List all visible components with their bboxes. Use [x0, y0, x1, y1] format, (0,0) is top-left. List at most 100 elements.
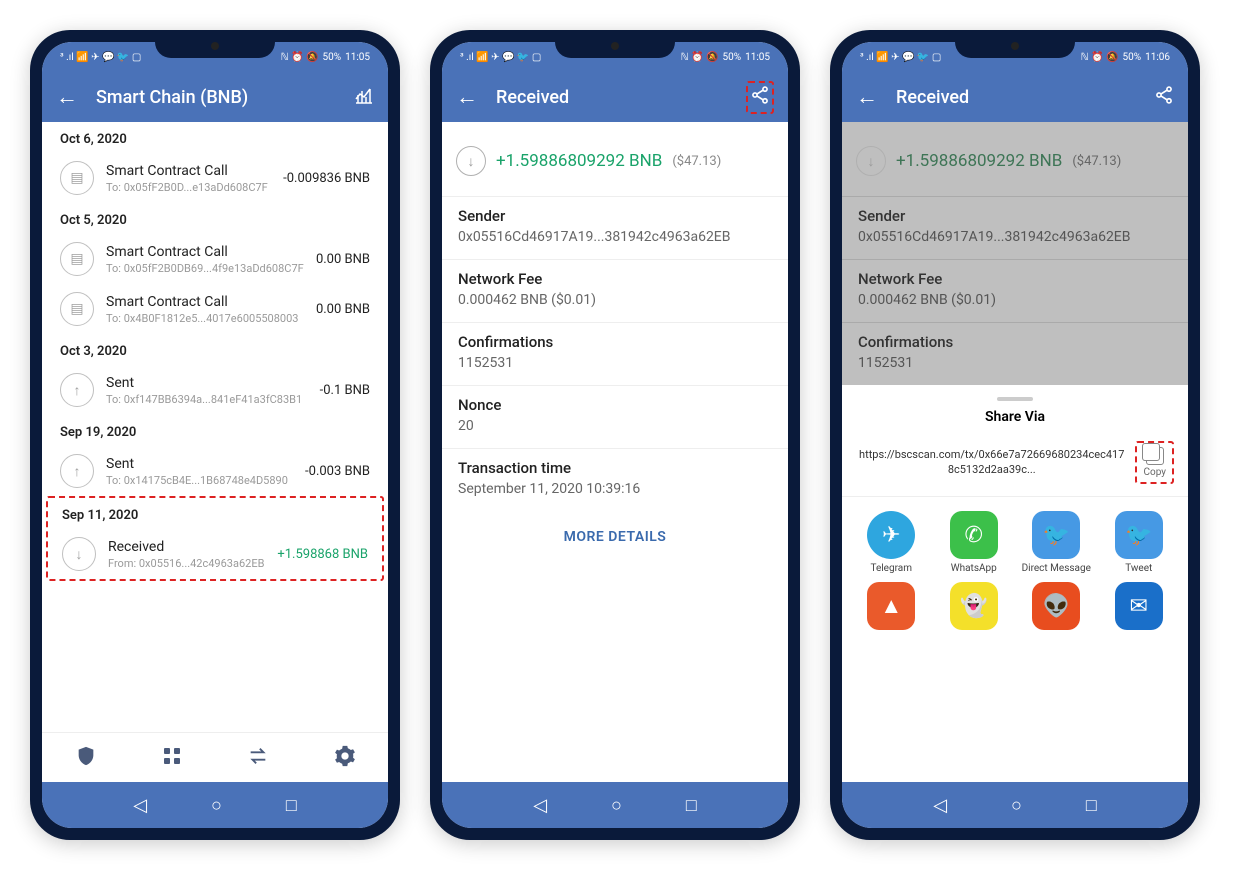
more-details-button[interactable]: MORE DETAILS — [442, 511, 788, 563]
nav-back-icon[interactable]: ◁ — [133, 795, 147, 816]
transaction-address: From: 0x05516...42c4963a62EB — [108, 557, 265, 570]
shield-icon[interactable] — [75, 745, 97, 771]
share-app-strava[interactable]: ▲ — [852, 582, 931, 634]
transaction-row[interactable]: ▤Smart Contract CallTo: 0x05fF2B0D...e13… — [46, 153, 384, 203]
page-title: Received — [496, 87, 728, 108]
detail-section: Network Fee0.000462 BNB ($0.01) — [442, 259, 788, 322]
twitter-icon: 🐦 — [1115, 511, 1163, 559]
app-header: ← Received — [442, 72, 788, 122]
nav-home-icon[interactable]: ○ — [611, 795, 622, 816]
status-battery: 50% — [723, 52, 742, 63]
share-app-snap[interactable]: 👻 — [935, 582, 1014, 634]
date-header: Sep 19, 2020 — [46, 415, 384, 446]
contract-icon: ▤ — [60, 292, 94, 326]
transaction-address: To: 0x4B0F1812e5...4017e6005508003 — [106, 312, 304, 325]
detail-label: Nonce — [458, 396, 772, 414]
back-icon[interactable]: ← — [856, 84, 878, 110]
transaction-row[interactable]: ↓ Received From: 0x05516...42c4963a62EB +1.… — [48, 529, 382, 579]
transaction-row[interactable]: ▤ Smart Contract Call To: 0x4B0F1812e5...4… — [46, 284, 384, 334]
swap-icon[interactable] — [247, 745, 269, 771]
share-icon[interactable] — [1154, 85, 1174, 110]
app-header: ← Smart Chain (BNB) — [42, 72, 388, 122]
transaction-list[interactable]: Oct 6, 2020▤Smart Contract CallTo: 0x05f… — [42, 122, 388, 732]
sent-icon: ↑ — [60, 454, 94, 488]
phone-frame-1: ³ .ıl 📶 ✈ 💬 🐦 ▢ ℕ ⏰ 🔕 50% 11:05 ← Smart … — [30, 30, 400, 840]
app-header: ← Received — [842, 72, 1188, 122]
nav-recent-icon[interactable]: □ — [286, 795, 297, 816]
received-icon: ↓ — [62, 537, 96, 571]
detail-label: Confirmations — [458, 333, 772, 351]
share-app-telegram[interactable]: ✈Telegram — [852, 511, 931, 574]
detail-label: Sender — [458, 207, 772, 225]
share-sheet-title: Share Via — [842, 409, 1188, 425]
back-icon[interactable]: ← — [56, 84, 78, 110]
share-app-twitter[interactable]: 🐦 Tweet — [1100, 511, 1179, 574]
outlook-icon: ✉ — [1115, 582, 1163, 630]
transaction-detail: ↓ +1.59886809292 BNB ($47.13) Sender0x05… — [442, 122, 788, 782]
share-link-row: https://bscscan.com/tx/0x66e7a7266968023… — [842, 435, 1188, 497]
transaction-amount: +1.598868 BNB — [277, 547, 368, 562]
transaction-address: To: 0x05fF2B0D...e13aDd608C7F — [106, 181, 271, 194]
share-app-label: WhatsApp — [951, 563, 997, 574]
chart-icon[interactable] — [354, 85, 374, 110]
received-icon: ↓ — [856, 146, 886, 176]
contract-icon: ▤ — [60, 161, 94, 195]
nav-recent-icon[interactable]: □ — [686, 795, 697, 816]
reddit-icon: 👽 — [1032, 582, 1080, 630]
copy-button[interactable]: Copy — [1135, 441, 1174, 484]
status-time: 11:05 — [745, 52, 770, 63]
share-url: https://bscscan.com/tx/0x66e7a7266968023… — [856, 448, 1127, 478]
share-app-reddit[interactable]: 👽 — [1017, 582, 1096, 634]
copy-label: Copy — [1143, 467, 1166, 478]
share-app-twitter[interactable]: 🐦Direct Message — [1017, 511, 1096, 574]
transaction-row[interactable]: ↑SentTo: 0xf147BB6394a...841eF41a3fC83B1… — [46, 365, 384, 415]
detail-section: Sender 0x05516Cd46917A19...381942c4963a62… — [842, 196, 1188, 259]
detail-value: 0x05516Cd46917A19...381942c4963a62EB — [858, 229, 1172, 245]
nav-back-icon[interactable]: ◁ — [533, 795, 547, 816]
grid-icon[interactable] — [162, 746, 182, 770]
detail-label: Sender — [858, 207, 1172, 225]
phone-frame-3: ³ .ıl 📶 ✈ 💬 🐦 ▢ ℕ ⏰ 🔕 50% 11:06 ← Receiv… — [830, 30, 1200, 840]
status-left: ³ .ıl 📶 ✈ 💬 🐦 ▢ — [860, 52, 941, 63]
transaction-title: Sent — [106, 375, 308, 391]
detail-value: 0x05516Cd46917A19...381942c4963a62EB — [458, 229, 772, 245]
detail-label: Network Fee — [858, 270, 1172, 288]
detail-value: 0.000462 BNB ($0.01) — [858, 292, 1172, 308]
detail-value: 20 — [458, 418, 772, 434]
nav-recent-icon[interactable]: □ — [1086, 795, 1097, 816]
status-bar: ³ .ıl 📶 ✈ 💬 🐦 ▢ ℕ ⏰ 🔕 50% 11:05 — [442, 42, 788, 72]
share-app-label: Tweet — [1125, 563, 1152, 574]
share-app-whatsapp[interactable]: ✆WhatsApp — [935, 511, 1014, 574]
date-header: Oct 3, 2020 — [46, 334, 384, 365]
sheet-handle[interactable] — [997, 397, 1033, 401]
date-header: Sep 11, 2020 — [48, 498, 382, 529]
received-amount: +1.59886809292 BNB — [496, 151, 662, 171]
share-icon[interactable] — [750, 89, 770, 110]
sent-icon: ↑ — [60, 373, 94, 407]
page-title: Smart Chain (BNB) — [96, 87, 336, 108]
transaction-amount: -0.1 BNB — [320, 383, 370, 398]
status-right-icons: ℕ ⏰ 🔕 — [681, 52, 719, 63]
back-icon[interactable]: ← — [456, 84, 478, 110]
detail-section: Sender 0x05516Cd46917A19...381942c4963a62… — [442, 196, 788, 259]
detail-section: Transaction timeSeptember 11, 2020 10:39… — [442, 448, 788, 511]
nav-home-icon[interactable]: ○ — [211, 795, 222, 816]
transaction-detail: ↓ +1.59886809292 BNB ($47.13) Sender0x05… — [842, 122, 1188, 782]
detail-label: Transaction time — [458, 459, 772, 477]
transaction-row[interactable]: ▤Smart Contract CallTo: 0x05fF2B0DB69...… — [46, 234, 384, 284]
screen-3: ³ .ıl 📶 ✈ 💬 🐦 ▢ ℕ ⏰ 🔕 50% 11:06 ← Receiv… — [842, 42, 1188, 828]
screen-2: ³ .ıl 📶 ✈ 💬 🐦 ▢ ℕ ⏰ 🔕 50% 11:05 ← Receiv… — [442, 42, 788, 828]
status-left: ³ .ıl 📶 ✈ 💬 🐦 ▢ — [460, 52, 541, 63]
phone-frame-2: ³ .ıl 📶 ✈ 💬 🐦 ▢ ℕ ⏰ 🔕 50% 11:05 ← Receiv… — [430, 30, 800, 840]
transaction-title: Received — [108, 539, 265, 555]
nav-home-icon[interactable]: ○ — [1011, 795, 1022, 816]
share-app-outlook[interactable]: ✉ — [1100, 582, 1179, 634]
transaction-amount: -0.009836 BNB — [283, 171, 370, 186]
status-time: 11:06 — [1145, 52, 1170, 63]
detail-label: Confirmations — [858, 333, 1172, 351]
transaction-title: Smart Contract Call — [106, 294, 304, 310]
gear-icon[interactable] — [334, 745, 356, 771]
nav-back-icon[interactable]: ◁ — [933, 795, 947, 816]
transaction-row[interactable]: ↑SentTo: 0x14175cB4E...1B68748e4D5890-0.… — [46, 446, 384, 496]
transaction-title: Sent — [106, 456, 293, 472]
